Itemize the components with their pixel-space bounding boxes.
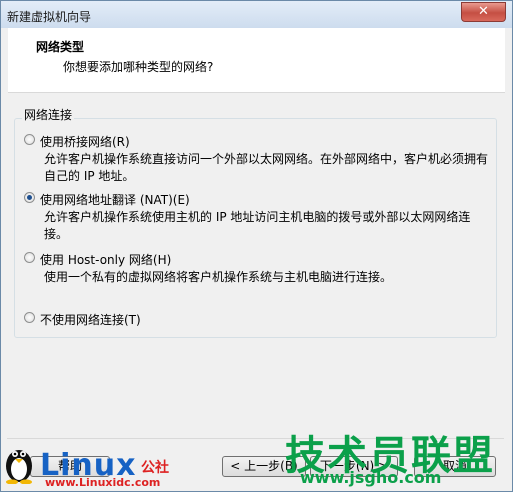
close-icon: ✕	[478, 4, 489, 19]
watermark-linux-url: www.Linuxidc.com	[45, 476, 161, 489]
title-bar[interactable]: 新建虚拟机向导 ✕	[1, 1, 512, 28]
option-label[interactable]: 使用桥接网络(R)	[40, 133, 130, 150]
radio-host-only[interactable]	[24, 252, 35, 263]
wizard-header: 网络类型 你想要添加哪种类型的网络?	[8, 28, 505, 93]
option-label[interactable]: 使用网络地址翻译 (NAT)(E)	[40, 191, 190, 208]
option-description: 允许客户机操作系统使用主机的 IP 地址访问主机电脑的拨号或外部以太网网络连接。	[44, 210, 471, 241]
radio-nat[interactable]	[24, 192, 35, 203]
watermark-jsgho-url: www.jsgho.com	[300, 468, 442, 487]
close-button[interactable]: ✕	[461, 2, 506, 22]
option-label[interactable]: 使用 Host-only 网络(H)	[40, 251, 171, 268]
watermark-linux-suffix: 公社	[141, 460, 169, 476]
penguin-logo-icon	[6, 450, 32, 484]
radio-bridged[interactable]	[24, 134, 35, 145]
window-title: 新建虚拟机向导	[7, 10, 92, 24]
option-label[interactable]: 不使用网络连接(T)	[40, 311, 141, 328]
page-title: 网络类型	[36, 40, 85, 54]
option-description: 允许客户机操作系统直接访问一个外部以太网网络。在外部网络中，客户机必须拥有自己的…	[44, 152, 489, 183]
group-label: 网络连接	[22, 106, 75, 123]
page-subtitle: 你想要添加哪种类型的网络?	[63, 60, 214, 74]
radio-no-network[interactable]	[24, 312, 35, 323]
option-description: 使用一个私有的虚拟网络将客户机操作系统与主机电脑进行连接。	[44, 270, 393, 284]
